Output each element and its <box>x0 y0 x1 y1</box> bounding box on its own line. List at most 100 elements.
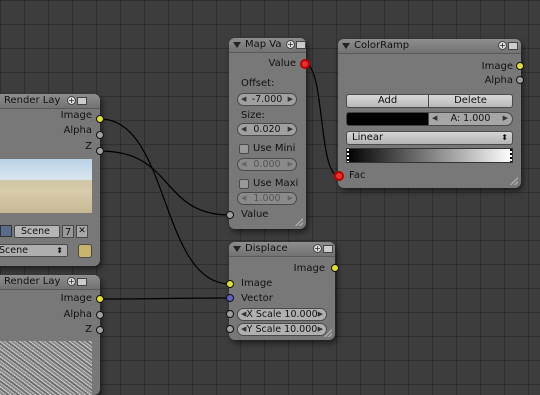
increment-arrow-icon[interactable]: ▶ <box>288 193 293 204</box>
decrement-arrow-icon[interactable]: ◀ <box>241 159 246 170</box>
node-header[interactable]: Map Va + <box>229 38 306 53</box>
output-image-socket[interactable] <box>96 295 104 303</box>
use-max-checkbox[interactable] <box>239 179 249 189</box>
y-scale-field[interactable]: ◀ Y Scale 10.000 ▶ <box>237 323 327 336</box>
color-ramp-node[interactable]: ColorRamp + Image Alpha Add Delete ◀ A: … <box>338 39 521 188</box>
output-alpha-socket[interactable] <box>516 76 524 84</box>
interpolation-select[interactable]: Linear ⬍ <box>346 131 513 145</box>
resize-handle[interactable] <box>324 329 332 337</box>
decrement-arrow-icon[interactable]: ◀ <box>432 113 437 124</box>
preview-toggle-icon[interactable] <box>323 245 333 253</box>
increment-arrow-icon[interactable]: ▶ <box>318 309 323 320</box>
resize-handle[interactable] <box>510 177 518 185</box>
link-image2-to-displace-vector[interactable] <box>99 297 231 300</box>
ramp-stop-black[interactable] <box>347 149 349 162</box>
collapse-triangle-icon[interactable] <box>233 42 241 48</box>
node-header[interactable]: ColorRamp + <box>338 39 521 54</box>
plus-icon[interactable]: + <box>67 277 76 286</box>
render-layers-node-bottom[interactable]: Render Lay + Image Alpha Z <box>0 275 100 395</box>
node-header-icons[interactable]: + <box>67 277 87 287</box>
link-image-to-displace-image[interactable] <box>99 118 231 285</box>
output-value-socket[interactable] <box>300 59 310 69</box>
decrement-arrow-icon[interactable]: ◀ <box>241 193 246 204</box>
input-vector-socket[interactable] <box>226 294 234 302</box>
input-fac-socket[interactable] <box>334 171 344 181</box>
add-stop-button[interactable]: Add <box>346 94 429 108</box>
decrement-arrow-icon[interactable]: ◀ <box>241 94 246 105</box>
min-value: 0.000 <box>253 159 281 170</box>
preview-toggle-icon[interactable] <box>508 42 518 50</box>
output-z-socket[interactable] <box>96 326 104 334</box>
output-alpha-socket[interactable] <box>96 131 104 139</box>
min-field[interactable]: ◀ 0.000 ▶ <box>237 158 297 171</box>
input-value-label: Value <box>241 209 269 220</box>
preview-toggle-icon[interactable] <box>77 278 87 286</box>
scene-icon[interactable] <box>0 225 12 237</box>
input-x-scale-socket[interactable] <box>226 310 234 318</box>
node-header-icons[interactable]: + <box>498 41 518 51</box>
output-image-socket[interactable] <box>96 115 104 123</box>
input-y-scale-socket[interactable] <box>226 325 234 333</box>
color-ramp-gradient[interactable] <box>346 148 513 163</box>
scene-unlink-icon[interactable]: ✕ <box>76 225 88 238</box>
output-alpha-socket[interactable] <box>96 311 104 319</box>
node-title: Map Va <box>245 39 282 50</box>
collapse-triangle-icon[interactable] <box>342 43 350 49</box>
output-z-label: Z <box>85 141 92 152</box>
decrement-arrow-icon[interactable]: ◀ <box>241 324 246 335</box>
output-z-socket[interactable] <box>96 147 104 155</box>
output-alpha-label: Alpha <box>63 309 92 320</box>
input-value-socket[interactable] <box>226 211 234 219</box>
node-header[interactable]: Render Lay + <box>0 94 100 109</box>
preview-toggle-icon[interactable] <box>77 97 87 105</box>
plus-icon[interactable]: + <box>313 244 322 253</box>
scene-field[interactable]: Scene <box>14 225 60 238</box>
link-mapvalue-to-colorramp-fac[interactable] <box>304 63 340 177</box>
render-camera-icon[interactable] <box>78 244 92 258</box>
increment-arrow-icon[interactable]: ▶ <box>288 159 293 170</box>
increment-arrow-icon[interactable]: ▶ <box>288 94 293 105</box>
output-z-label: Z <box>85 324 92 335</box>
scene-user-count: 7 <box>62 225 74 238</box>
plus-icon[interactable]: + <box>286 40 295 49</box>
map-value-node[interactable]: Map Va + Value Offset: ◀ -7.000 ▶ Size: … <box>229 38 306 229</box>
increment-arrow-icon[interactable]: ▶ <box>503 113 508 124</box>
node-header-icons[interactable]: + <box>67 96 87 106</box>
alpha-field[interactable]: ◀ A: 1.000 ▶ <box>428 112 513 126</box>
increment-arrow-icon[interactable]: ▶ <box>318 324 323 335</box>
decrement-arrow-icon[interactable]: ◀ <box>241 309 246 320</box>
size-field[interactable]: ◀ 0.020 ▶ <box>237 123 297 136</box>
plus-icon[interactable]: + <box>67 96 76 105</box>
resize-handle[interactable] <box>295 218 303 226</box>
input-image-socket[interactable] <box>226 280 234 288</box>
link-z-to-mapvalue-value[interactable] <box>99 150 231 216</box>
offset-field[interactable]: ◀ -7.000 ▶ <box>237 93 297 106</box>
output-image-socket[interactable] <box>331 264 339 272</box>
displace-node[interactable]: Displace + Image Image Vector ◀ X Scale … <box>229 242 335 340</box>
plus-icon[interactable]: + <box>498 41 507 50</box>
x-scale-field[interactable]: ◀ X Scale 10.000 ▶ <box>237 308 327 321</box>
layer-select-value: Scene <box>0 245 28 256</box>
collapse-triangle-icon[interactable] <box>233 246 241 252</box>
alpha-value: A: 1.000 <box>450 113 491 124</box>
node-title: Render Lay <box>4 276 61 287</box>
output-alpha-label: Alpha <box>63 125 92 136</box>
node-header[interactable]: Displace + <box>229 242 335 257</box>
max-field[interactable]: ◀ 1.000 ▶ <box>237 192 297 205</box>
layer-select[interactable]: Scene ⬍ <box>0 244 68 257</box>
chevron-updown-icon: ⬍ <box>56 246 63 255</box>
node-title: ColorRamp <box>354 40 410 51</box>
decrement-arrow-icon[interactable]: ◀ <box>241 124 246 135</box>
render-preview-noise <box>0 341 92 395</box>
use-min-checkbox[interactable] <box>239 144 249 154</box>
render-layers-node-top[interactable]: Render Lay + Image Alpha Z Scene 7 ✕ Sce… <box>0 94 100 266</box>
output-image-socket[interactable] <box>516 62 524 70</box>
node-header[interactable]: Render Lay + <box>0 275 100 290</box>
preview-toggle-icon[interactable] <box>296 41 306 49</box>
increment-arrow-icon[interactable]: ▶ <box>288 124 293 135</box>
stop-color-swatch[interactable] <box>346 112 429 126</box>
node-header-icons[interactable]: + <box>286 40 306 50</box>
ramp-stop-white[interactable] <box>510 149 512 162</box>
node-header-icons[interactable]: + <box>313 244 333 254</box>
delete-stop-button[interactable]: Delete <box>428 94 513 108</box>
